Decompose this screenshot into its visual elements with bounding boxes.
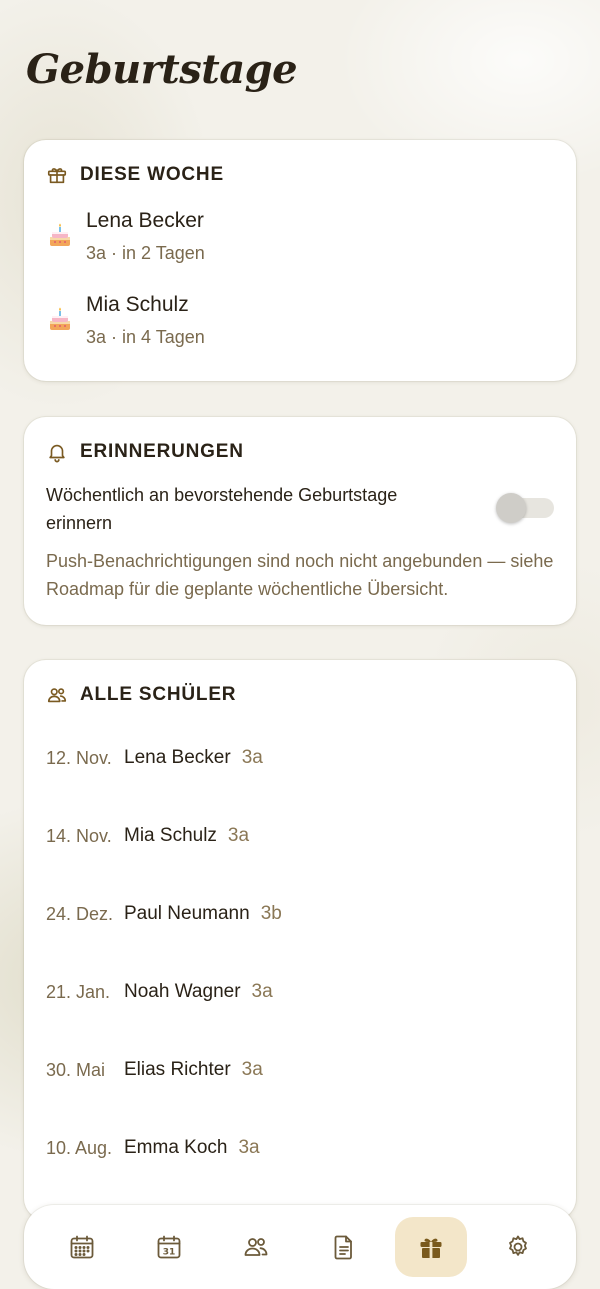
student-name: Lena Becker bbox=[124, 747, 231, 768]
calendar-grid-icon bbox=[70, 1235, 94, 1259]
gift-icon bbox=[47, 168, 67, 184]
table-row[interactable]: 12. Nov. Lena Becker 3a bbox=[46, 730, 554, 786]
student-list: 12. Nov. Lena Becker 3a 14. Nov. Mia Schulz 3… bbox=[46, 730, 554, 1220]
all-students-title: ALLE SCHÜLER bbox=[80, 684, 237, 705]
student-class: 3a bbox=[241, 747, 263, 768]
calendar-day-icon: 31 bbox=[157, 1235, 181, 1259]
list-item[interactable]: Lena Becker 3a · in 2 Tagen bbox=[46, 208, 554, 264]
table-row[interactable]: 30. Mai Elias Richter 3a bbox=[46, 1042, 554, 1098]
nav-documents-button[interactable] bbox=[308, 1217, 380, 1277]
student-name: Paul Neumann bbox=[124, 903, 250, 924]
table-row[interactable]: 10. Aug. Emma Koch 3a bbox=[46, 1120, 554, 1176]
page-title: Geburtstage bbox=[26, 46, 298, 93]
birthday-date: 30. Mai bbox=[46, 1060, 106, 1080]
birthday-date: 14. Nov. bbox=[46, 826, 112, 846]
table-row[interactable]: 24. Dez. Paul Neumann 3b bbox=[46, 886, 554, 942]
student-name: Emma Koch bbox=[124, 1137, 228, 1158]
calendar-day-number: 31 bbox=[163, 1248, 176, 1258]
reminders-card: ERINNERUNGEN Wöchentlich an bevorstehend… bbox=[24, 417, 576, 625]
birthday-date: 10. Aug. bbox=[46, 1138, 113, 1158]
document-icon bbox=[334, 1235, 352, 1260]
nav-calendar-week-button[interactable] bbox=[46, 1217, 118, 1277]
bell-icon bbox=[49, 444, 65, 463]
reminder-toggle-knob[interactable] bbox=[496, 493, 526, 523]
student-name: Mia Schulz bbox=[124, 825, 217, 846]
birthday-date: 21. Jan. bbox=[46, 982, 111, 1002]
student-class: 3a bbox=[227, 825, 250, 846]
birthday-name: Mia Schulz bbox=[86, 293, 189, 316]
nav-students-button[interactable] bbox=[220, 1217, 292, 1277]
student-class: 3a bbox=[251, 981, 273, 1002]
student-class: 3a bbox=[241, 1059, 263, 1080]
birthday-detail: 3a · in 2 Tagen bbox=[86, 243, 205, 263]
all-students-header: ALLE SCHÜLER bbox=[46, 684, 236, 706]
birthday-cake-icon bbox=[50, 307, 70, 330]
table-row[interactable]: 21. Jan. Noah Wagner 3a bbox=[46, 964, 554, 1020]
this-week-title: DIESE WOCHE bbox=[80, 164, 224, 185]
bottom-nav: 31 bbox=[24, 1205, 576, 1289]
reminder-toggle-label: Wöchentlich an bevorstehende Geburtstage… bbox=[46, 485, 398, 533]
reminders-header: ERINNERUNGEN bbox=[46, 441, 244, 463]
reminder-note: Push-Benachrichtigungen sind noch nicht … bbox=[46, 551, 554, 599]
nav-settings-button[interactable] bbox=[482, 1217, 554, 1277]
student-name: Noah Wagner bbox=[124, 981, 241, 1002]
list-item[interactable]: Mia Schulz 3a · in 4 Tagen bbox=[46, 292, 554, 348]
birthday-date: 12. Nov. bbox=[46, 748, 112, 768]
birthday-cake-icon bbox=[50, 223, 70, 246]
student-class: 3b bbox=[260, 903, 282, 924]
nav-birthdays-button[interactable] bbox=[394, 1217, 467, 1277]
gear-icon bbox=[509, 1235, 528, 1256]
birthday-date: 24. Dez. bbox=[46, 904, 114, 924]
users-icon bbox=[244, 1238, 268, 1256]
birthday-name: Lena Becker bbox=[86, 209, 204, 232]
gift-icon bbox=[420, 1238, 442, 1258]
birthday-detail: 3a · in 4 Tagen bbox=[86, 327, 205, 347]
student-class: 3a bbox=[238, 1137, 260, 1158]
this-week-card: DIESE WOCHE Lena Becker 3a · in 2 Tagen bbox=[24, 140, 576, 381]
all-students-card: ALLE SCHÜLER 12. Nov. Lena Becker 3a 14. No… bbox=[24, 660, 576, 1220]
student-name: Elias Richter bbox=[124, 1059, 231, 1080]
this-week-header: DIESE WOCHE bbox=[46, 164, 224, 186]
users-icon bbox=[47, 688, 67, 703]
nav-calendar-day-button[interactable]: 31 bbox=[133, 1217, 205, 1277]
table-row[interactable]: 14. Nov. Mia Schulz 3a bbox=[46, 808, 554, 864]
reminders-title: ERINNERUNGEN bbox=[80, 441, 244, 462]
